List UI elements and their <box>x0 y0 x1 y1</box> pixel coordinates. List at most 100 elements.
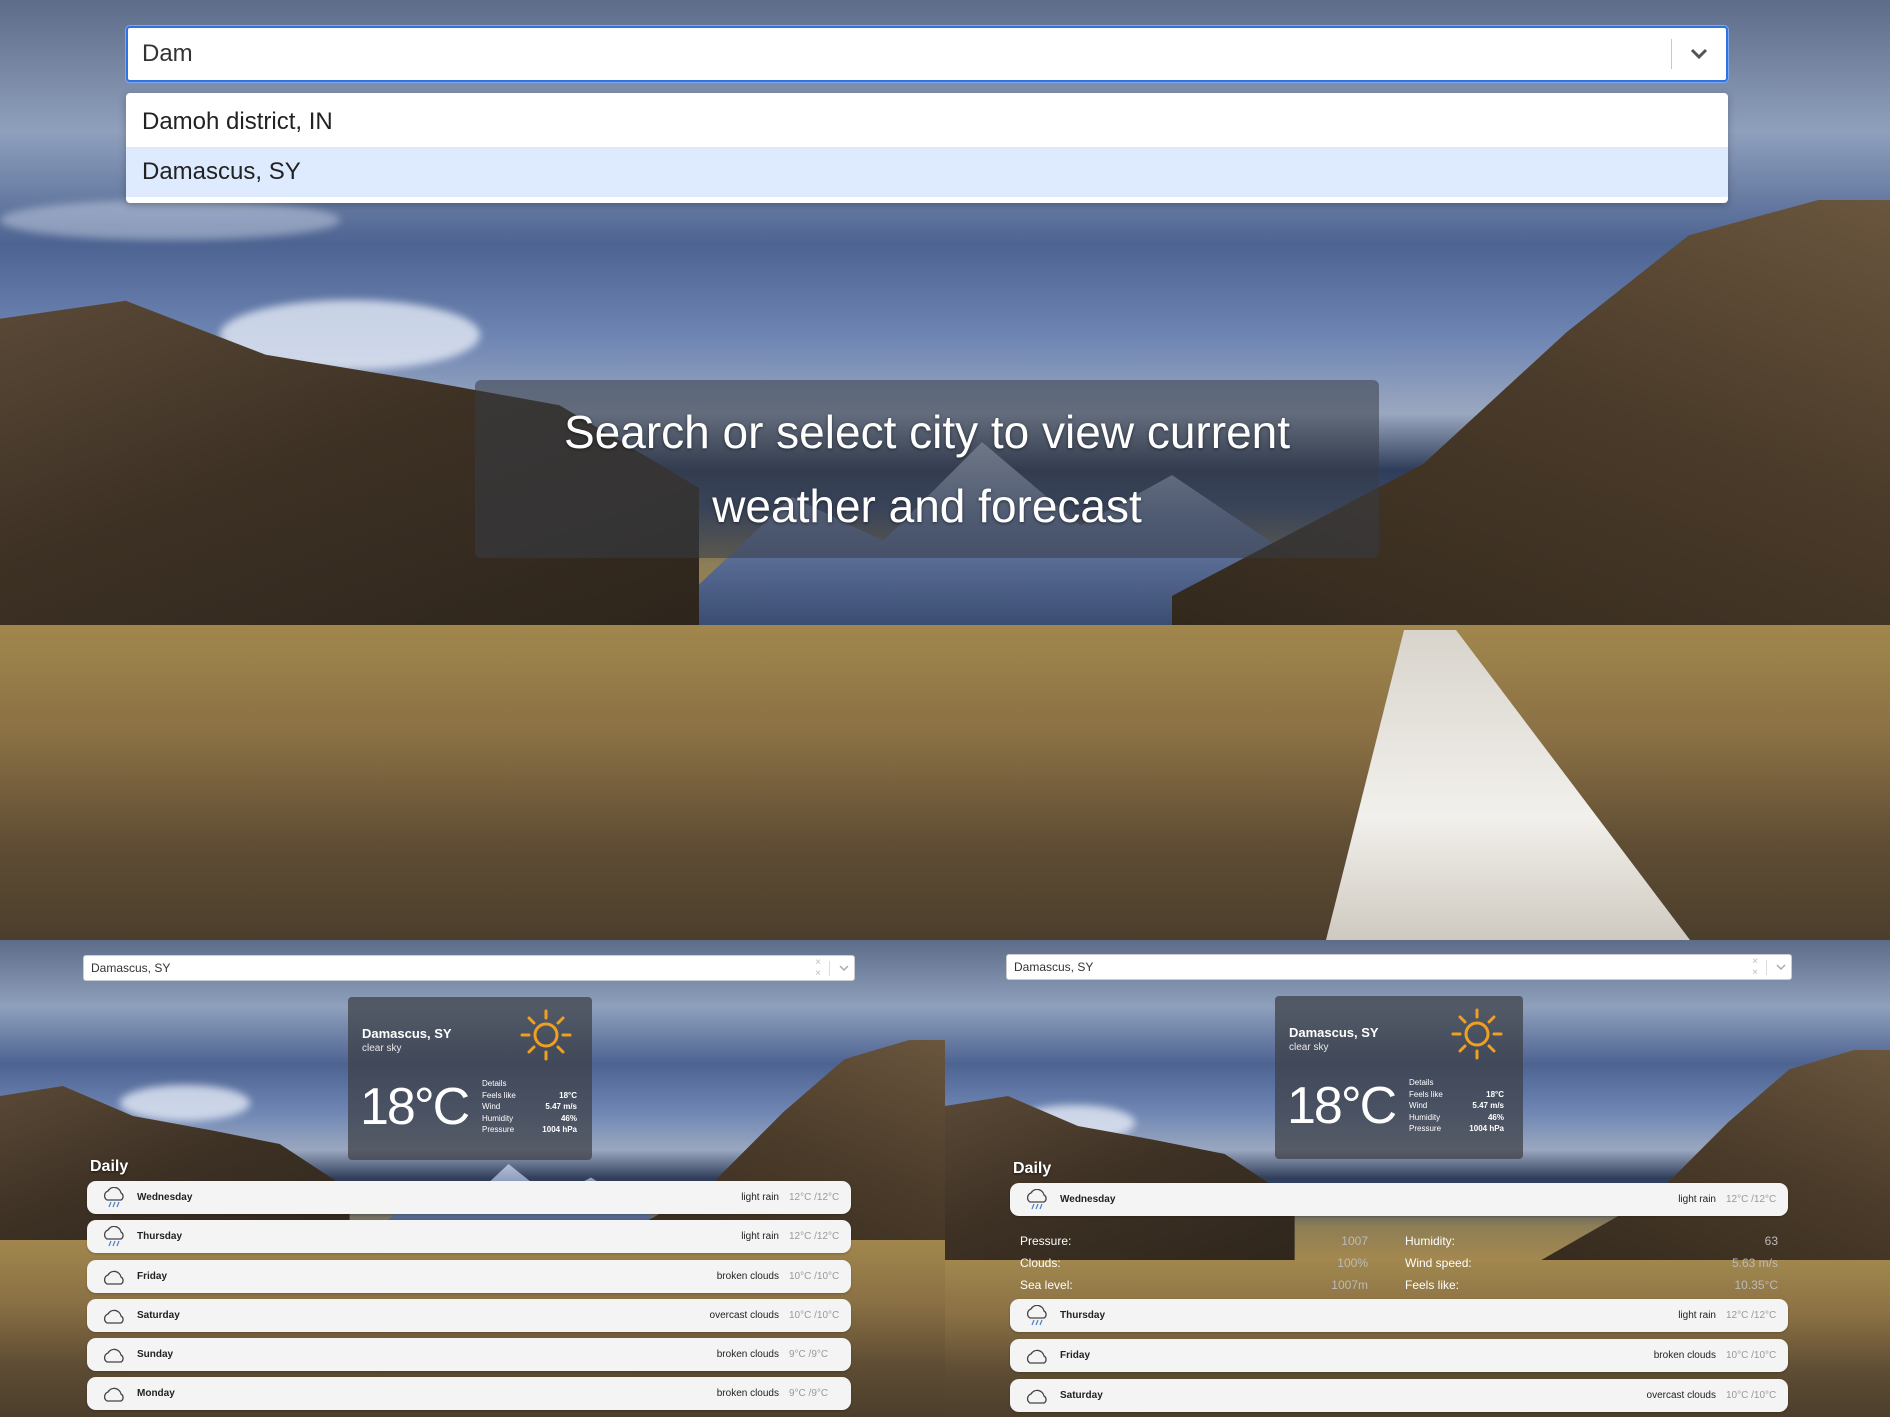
forecast-view-collapsed: Damascus, SY × × Damascus, SY clear sky … <box>0 940 945 1417</box>
cloud-shape <box>120 1085 250 1121</box>
current-temperature: 18°C <box>1287 1077 1397 1135</box>
detail-value: 46% <box>1487 1112 1504 1122</box>
rain-cloud-icon <box>1024 1188 1054 1211</box>
clear-icon[interactable]: × × <box>811 957 825 979</box>
rain-cloud-icon <box>101 1225 131 1248</box>
current-weather-card: Damascus, SY clear sky 18°C Details Feel… <box>1275 996 1523 1159</box>
city-option[interactable]: Damoh district, IN <box>126 97 1728 147</box>
detail-label: Feels like: <box>1405 1278 1460 1292</box>
daily-day: Friday <box>1060 1350 1091 1361</box>
daily-row[interactable]: Saturday overcast clouds 10°C /10°C <box>1010 1379 1788 1412</box>
detail-label: Feels like <box>1409 1089 1443 1099</box>
rain-cloud-icon <box>1024 1304 1054 1327</box>
daily-day: Wednesday <box>1060 1194 1116 1205</box>
daily-day: Saturday <box>1060 1390 1103 1401</box>
daily-temp: 10°C /10°C <box>789 1271 840 1282</box>
city-select[interactable]: Damascus, SY × × <box>83 955 855 981</box>
details-title: Details <box>1409 1078 1434 1087</box>
daily-row[interactable]: Friday broken clouds 10°C /10°C <box>1010 1339 1788 1372</box>
daily-temp: 10°C /10°C <box>789 1310 840 1321</box>
detail-value: 63 <box>1764 1234 1778 1248</box>
instruction-banner: Search or select city to view current wea… <box>475 380 1379 558</box>
detail-label: Humidity <box>482 1113 514 1123</box>
chevron-down-icon[interactable] <box>1672 48 1726 60</box>
current-description: clear sky <box>1289 1042 1329 1053</box>
city-search-input[interactable] <box>128 40 1671 68</box>
daily-condition: light rain <box>741 1231 779 1242</box>
daily-row[interactable]: Wednesday light rain 12°C /12°C <box>87 1181 851 1214</box>
detail-label: Clouds: <box>1020 1256 1061 1270</box>
clear-icon[interactable]: × × <box>1748 956 1762 978</box>
detail-value: 1004 hPa <box>542 1125 577 1134</box>
sun-icon <box>520 1009 572 1066</box>
daily-title: Daily <box>1013 1160 1052 1177</box>
cloud-icon <box>1024 1386 1054 1406</box>
daily-condition: light rain <box>1678 1194 1716 1205</box>
detail-label: Pressure <box>1409 1124 1442 1133</box>
city-option-selected[interactable]: Damascus, SY <box>126 147 1728 197</box>
daily-condition: broken clouds <box>716 1271 779 1282</box>
daily-row-expanded[interactable]: Wednesday light rain 12°C /12°C <box>1010 1183 1788 1216</box>
daily-row[interactable]: Thursday light rain 12°C /12°C <box>1010 1299 1788 1332</box>
detail-value: 5.47 m/s <box>545 1102 577 1111</box>
rain-cloud-icon <box>101 1186 131 1209</box>
daily-temp: 9°C /9°C <box>789 1349 829 1360</box>
daily-temp: 9°C /9°C <box>789 1388 829 1399</box>
daily-temp: 12°C /12°C <box>789 1192 840 1203</box>
detail-label: Feels like <box>482 1090 516 1100</box>
chevron-down-icon[interactable] <box>834 964 854 972</box>
daily-row[interactable]: Sunday broken clouds 9°C /9°C <box>87 1338 851 1371</box>
daily-temp: 12°C /12°C <box>789 1231 840 1242</box>
cloud-shape <box>0 200 340 240</box>
cloud-icon <box>101 1345 131 1365</box>
city-search: Damoh district, IN Damascus, SY <box>126 26 1728 203</box>
current-description: clear sky <box>362 1043 402 1054</box>
detail-label: Humidity: <box>1405 1234 1456 1248</box>
cloud-icon <box>101 1384 131 1404</box>
detail-value: 5.63 m/s <box>1731 1256 1778 1270</box>
daily-row[interactable]: Thursday light rain 12°C /12°C <box>87 1220 851 1253</box>
banner-line-1: Search or select city to view current <box>563 406 1291 458</box>
city-select[interactable]: Damascus, SY × × <box>1006 954 1792 980</box>
indicator-separator <box>829 960 830 976</box>
daily-temp: 10°C /10°C <box>1726 1390 1777 1401</box>
detail-value: 1007m <box>1331 1278 1368 1292</box>
current-city: Damascus, SY <box>1289 1025 1379 1040</box>
detail-value: 18°C <box>559 1090 577 1100</box>
daily-row[interactable]: Saturday overcast clouds 10°C /10°C <box>87 1299 851 1332</box>
daily-title: Daily <box>90 1158 129 1175</box>
daily-temp: 12°C /12°C <box>1726 1310 1777 1321</box>
city-search-box[interactable] <box>126 26 1728 82</box>
detail-label: Wind speed: <box>1405 1256 1472 1270</box>
daily-condition: overcast clouds <box>1646 1390 1716 1401</box>
forecast-view-expanded: Damascus, SY × × Damascus, SY clear sky … <box>945 940 1890 1417</box>
daily-temp: 12°C /12°C <box>1726 1194 1777 1205</box>
daily-condition: broken clouds <box>716 1388 779 1399</box>
detail-value: 1007 <box>1341 1234 1368 1248</box>
detail-value: 18°C <box>1486 1089 1504 1099</box>
details-block: Details Feels like 18°C Wind 5.47 m/s Humi… <box>482 1078 577 1136</box>
detail-label: Sea level: <box>1020 1278 1073 1292</box>
daily-row[interactable]: Monday broken clouds 9°C /9°C <box>87 1377 851 1410</box>
daily-condition: light rain <box>1678 1310 1716 1321</box>
daily-condition: overcast clouds <box>709 1310 779 1321</box>
cloud-icon <box>101 1267 131 1287</box>
detail-label: Pressure: <box>1020 1234 1072 1248</box>
detail-label: Wind <box>1409 1101 1428 1110</box>
detail-label: Humidity <box>1409 1112 1441 1122</box>
banner-line-2: weather and forecast <box>712 480 1142 532</box>
detail-value: 5.47 m/s <box>1472 1101 1504 1110</box>
details-title: Details <box>482 1079 507 1088</box>
details-block: Details Feels like 18°C Wind 5.47 m/s Humi… <box>1409 1077 1504 1135</box>
indicator-separator <box>1766 959 1767 975</box>
daily-day: Thursday <box>137 1231 183 1242</box>
detail-value: 10.35°C <box>1734 1278 1779 1292</box>
daily-condition: broken clouds <box>716 1349 779 1360</box>
daily-day: Friday <box>137 1271 168 1282</box>
chevron-down-icon[interactable] <box>1771 963 1791 971</box>
detail-value: 100% <box>1337 1256 1368 1270</box>
daily-row[interactable]: Friday broken clouds 10°C /10°C <box>87 1260 851 1293</box>
cloud-icon <box>1024 1346 1054 1366</box>
current-city: Damascus, SY <box>362 1026 452 1041</box>
daily-day: Thursday <box>1060 1310 1106 1321</box>
